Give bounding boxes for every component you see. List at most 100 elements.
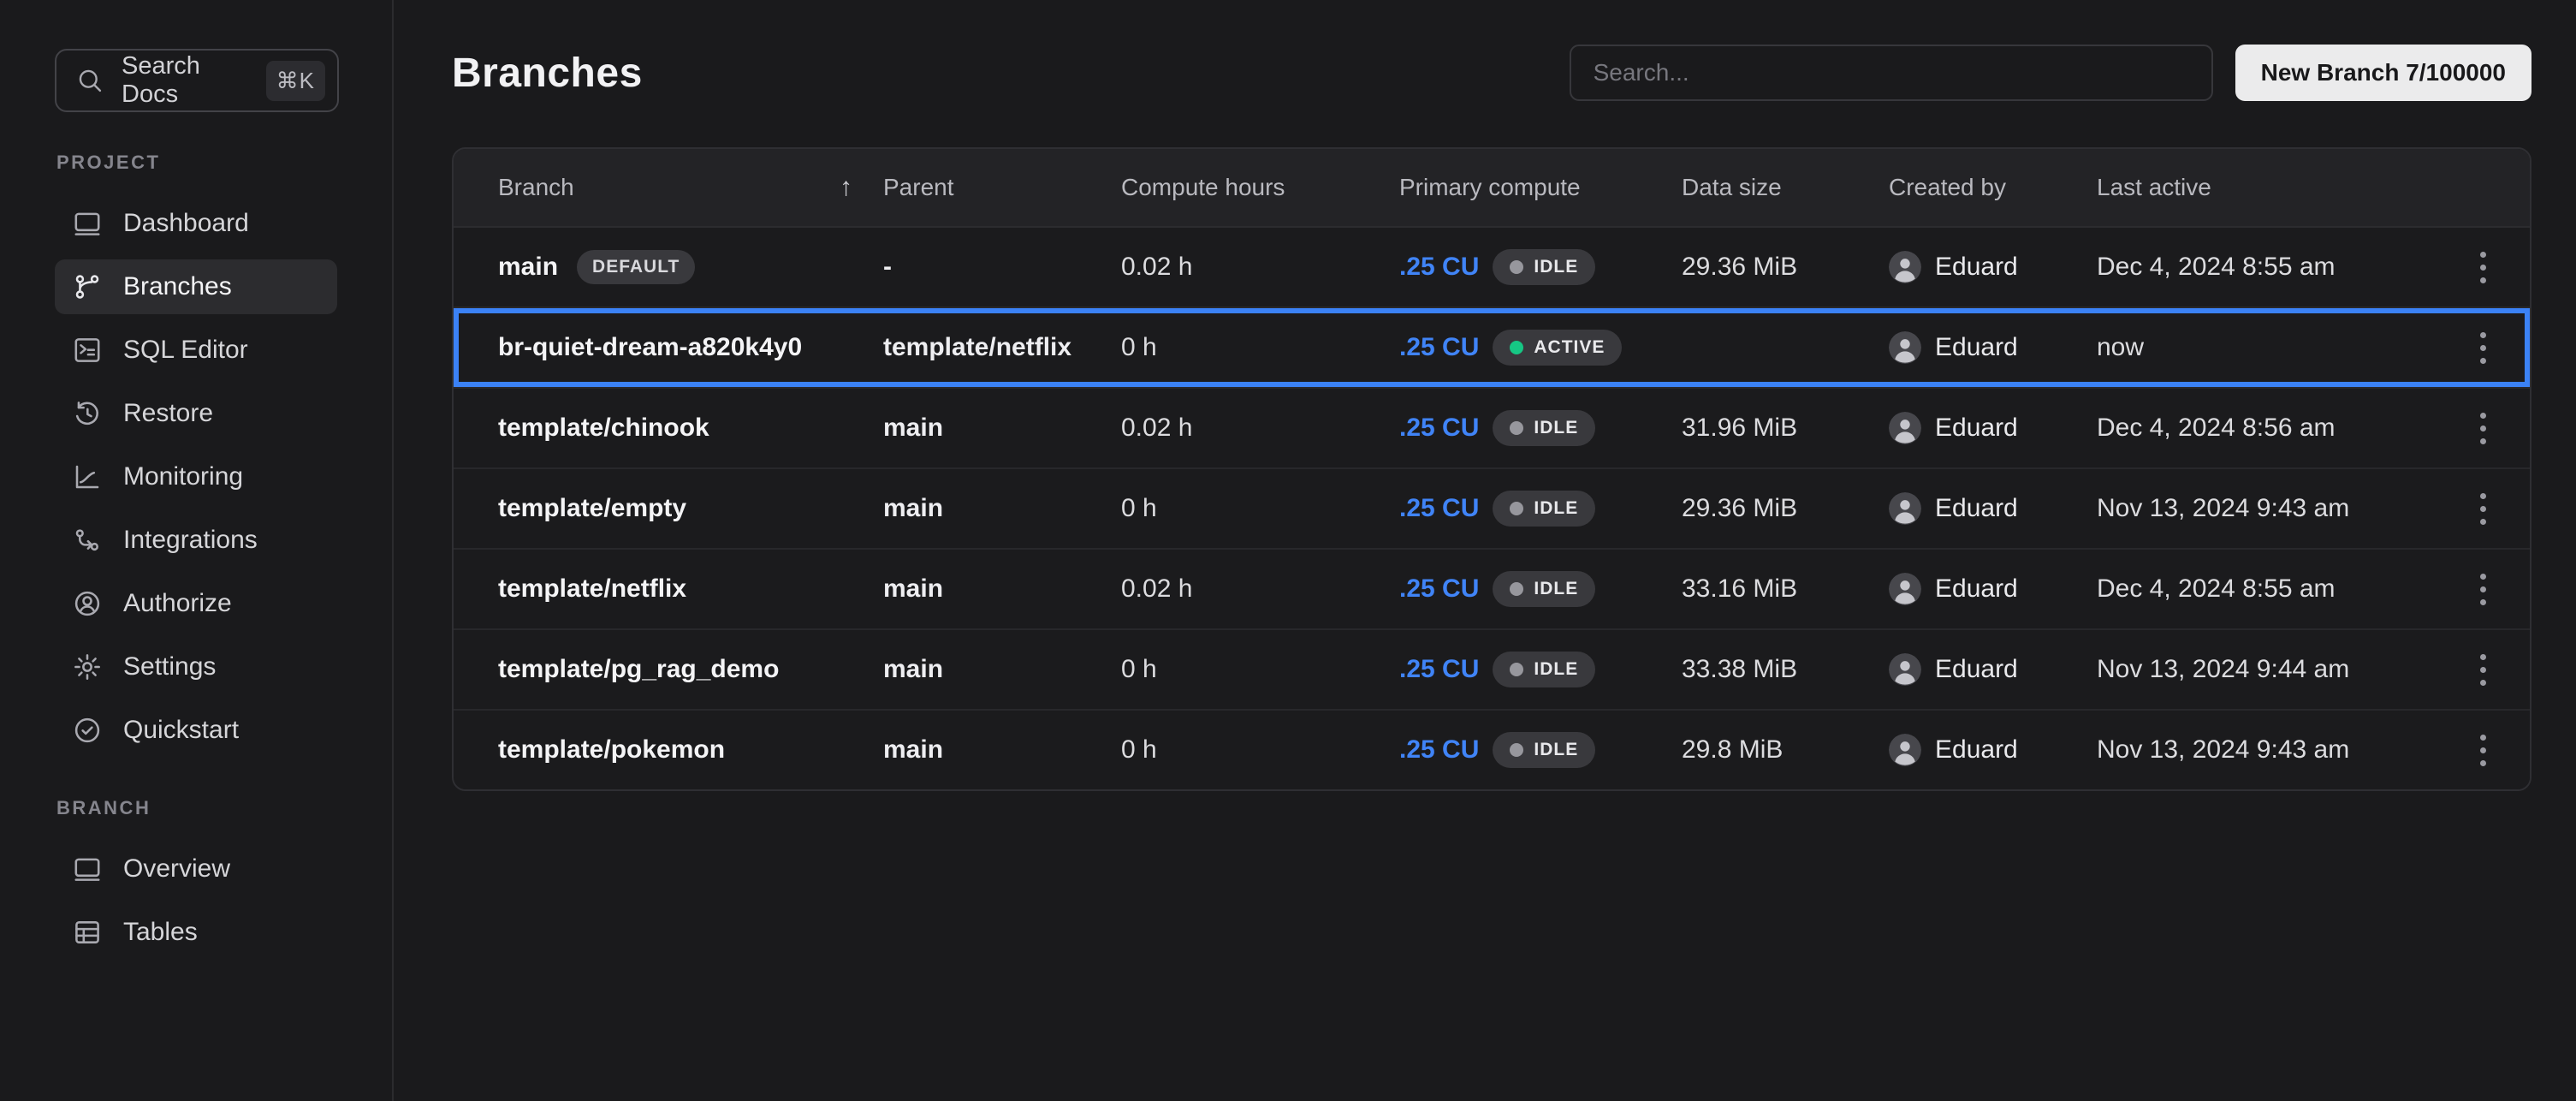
sidebar-item-label: Overview [123, 854, 230, 884]
col-last-active[interactable]: Last active [2097, 174, 2446, 201]
sidebar-item-monitoring[interactable]: Monitoring [55, 449, 337, 504]
last-active: Nov 13, 2024 9:44 am [2097, 655, 2446, 684]
sidebar-section-label: PROJECT [56, 152, 337, 174]
page-header: Branches New Branch 7/100000 [452, 45, 2531, 101]
dashboard-icon [72, 208, 103, 239]
last-active: Dec 4, 2024 8:55 am [2097, 574, 2446, 604]
compute-units: .25 CU [1399, 574, 1479, 604]
avatar [1889, 331, 1921, 364]
col-branch[interactable]: Branch ↑ [454, 173, 883, 202]
page-title: Branches [452, 50, 643, 97]
sidebar-item-label: Branches [123, 272, 232, 301]
table-row[interactable]: template/empty main 0 h .25 CU IDLE 29.3… [454, 467, 2530, 548]
compute-hours: 0.02 h [1121, 253, 1399, 282]
table-row[interactable]: br-quiet-dream-a820k4y0 template/netflix… [454, 306, 2530, 387]
sidebar-item-restore[interactable]: Restore [55, 386, 337, 441]
table-row[interactable]: template/pokemon main 0 h .25 CU IDLE 29… [454, 709, 2530, 789]
main-content: Branches New Branch 7/100000 Branch ↑ Pa… [395, 0, 2576, 1101]
compute-hours: 0 h [1121, 735, 1399, 765]
data-size: 33.38 MiB [1682, 655, 1889, 684]
sidebar-item-label: Settings [123, 652, 216, 681]
row-menu-button[interactable] [2460, 244, 2506, 290]
col-primary-compute[interactable]: Primary compute [1399, 174, 1682, 201]
last-active: Nov 13, 2024 9:43 am [2097, 735, 2446, 765]
status-badge: IDLE [1493, 410, 1595, 446]
status-dot-icon [1510, 341, 1523, 354]
created-by-name: Eduard [1935, 414, 2018, 443]
row-menu-button[interactable] [2460, 485, 2506, 532]
sidebar-section-label: BRANCH [56, 797, 337, 819]
table-row[interactable]: template/netflix main 0.02 h .25 CU IDLE… [454, 548, 2530, 628]
default-badge: DEFAULT [577, 250, 695, 284]
row-menu-button[interactable] [2460, 405, 2506, 451]
sidebar-item-branches[interactable]: Branches [55, 259, 337, 314]
status-badge: IDLE [1493, 732, 1595, 768]
search-shortcut-badge: ⌘K [266, 61, 325, 101]
sidebar-item-quickstart[interactable]: Quickstart [55, 703, 337, 758]
sort-asc-icon[interactable]: ↑ [840, 173, 852, 202]
parent-branch: main [883, 735, 1121, 765]
sidebar-item-sql-editor[interactable]: SQL Editor [55, 323, 337, 378]
sidebar-item-label: Quickstart [123, 716, 239, 745]
status-badge: IDLE [1493, 249, 1595, 285]
avatar [1889, 573, 1921, 605]
sidebar-item-integrations[interactable]: Integrations [55, 513, 337, 568]
sidebar-item-label: Monitoring [123, 462, 243, 491]
sidebar-item-tables[interactable]: Tables [55, 905, 337, 960]
branch-search-input[interactable] [1570, 45, 2213, 101]
avatar [1889, 492, 1921, 525]
avatar [1889, 734, 1921, 766]
branch-name: template/chinook [498, 414, 709, 443]
compute-units: .25 CU [1399, 333, 1479, 362]
sidebar-item-overview[interactable]: Overview [55, 842, 337, 896]
table-row[interactable]: main DEFAULT - 0.02 h .25 CU IDLE 29.36 … [454, 226, 2530, 306]
row-menu-button[interactable] [2460, 324, 2506, 371]
search-docs-button[interactable]: Search Docs ⌘K [55, 49, 339, 112]
sidebar-item-label: Restore [123, 399, 213, 428]
sidebar-section: BRANCH Overview Tables [55, 797, 337, 960]
row-menu-button[interactable] [2460, 646, 2506, 693]
sidebar-item-settings[interactable]: Settings [55, 640, 337, 694]
restore-icon [72, 398, 103, 429]
monitoring-icon [72, 461, 103, 492]
compute-units: .25 CU [1399, 735, 1479, 765]
sidebar-item-label: Dashboard [123, 209, 249, 238]
col-compute-hours[interactable]: Compute hours [1121, 174, 1399, 201]
status-dot-icon [1510, 663, 1523, 676]
data-size: 33.16 MiB [1682, 574, 1889, 604]
row-menu-button[interactable] [2460, 727, 2506, 773]
branches-table: Branch ↑ Parent Compute hours Primary co… [452, 147, 2531, 791]
new-branch-button[interactable]: New Branch 7/100000 [2235, 45, 2531, 101]
col-parent[interactable]: Parent [883, 174, 1121, 201]
status-badge: IDLE [1493, 652, 1595, 687]
last-active: now [2097, 333, 2446, 362]
compute-hours: 0.02 h [1121, 414, 1399, 443]
col-data-size[interactable]: Data size [1682, 174, 1889, 201]
status-dot-icon [1510, 743, 1523, 757]
sidebar-item-label: Tables [123, 918, 198, 947]
parent-branch: main [883, 494, 1121, 523]
parent-branch: template/netflix [883, 333, 1121, 362]
status-dot-icon [1510, 582, 1523, 596]
last-active: Dec 4, 2024 8:56 am [2097, 414, 2446, 443]
avatar [1889, 412, 1921, 444]
status-dot-icon [1510, 502, 1523, 515]
sidebar-section: PROJECT Dashboard Branches SQL Editor Re… [55, 152, 337, 758]
parent-branch: main [883, 574, 1121, 604]
table-row[interactable]: template/pg_rag_demo main 0 h .25 CU IDL… [454, 628, 2530, 709]
created-by-name: Eduard [1935, 574, 2018, 604]
sql-editor-icon [72, 335, 103, 366]
settings-icon [72, 652, 103, 682]
status-badge: ACTIVE [1493, 330, 1622, 366]
created-by-name: Eduard [1935, 253, 2018, 282]
data-size: 29.36 MiB [1682, 494, 1889, 523]
created-by-name: Eduard [1935, 494, 2018, 523]
sidebar-item-dashboard[interactable]: Dashboard [55, 196, 337, 251]
sidebar-item-authorize[interactable]: Authorize [55, 576, 337, 631]
quickstart-icon [72, 715, 103, 746]
overview-icon [72, 854, 103, 884]
row-menu-button[interactable] [2460, 566, 2506, 612]
table-row[interactable]: template/chinook main 0.02 h .25 CU IDLE… [454, 387, 2530, 467]
col-created-by[interactable]: Created by [1889, 174, 2097, 201]
parent-branch: - [883, 253, 1121, 282]
